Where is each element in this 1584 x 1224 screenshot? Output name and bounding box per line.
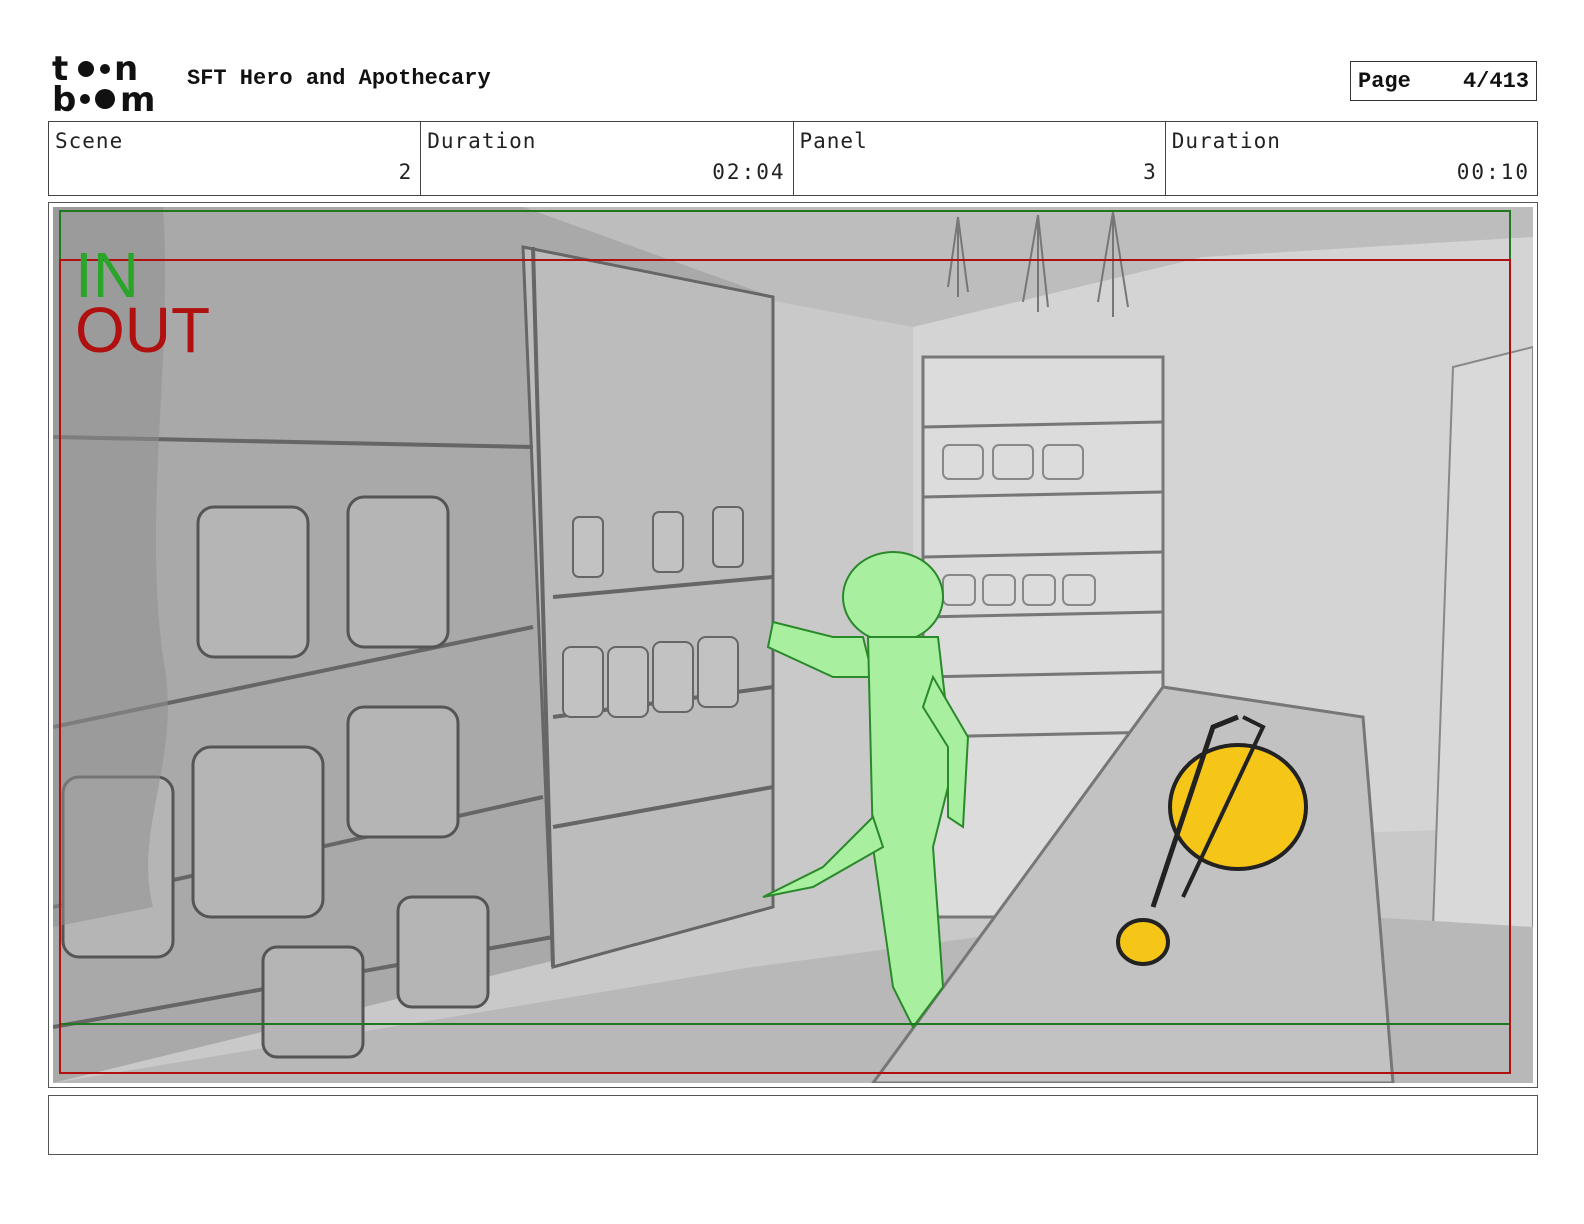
svg-text:m: m	[120, 80, 155, 114]
scene-info-row: Scene 2 Duration 02:04 Panel 3 Duration …	[48, 121, 1538, 196]
panel-sketch: IN OUT	[53, 207, 1533, 1083]
panel-cell: Panel 3	[794, 122, 1166, 195]
panel-duration-label: Duration	[1171, 129, 1281, 153]
scene-duration-value: 02:04	[712, 160, 786, 184]
panel-duration-cell: Duration 00:10	[1166, 122, 1537, 195]
panel-notes-box[interactable]	[48, 1095, 1538, 1155]
page-indicator: Page 4/413	[1350, 61, 1537, 101]
page-label: Page	[1358, 69, 1411, 94]
storyboard-panel: IN OUT	[48, 202, 1538, 1088]
scene-cell: Scene 2	[49, 122, 422, 195]
scene-duration-label: Duration	[427, 129, 537, 153]
scene-label: Scene	[55, 129, 124, 153]
page-number: 4/413	[1462, 69, 1529, 94]
svg-text:b: b	[52, 80, 76, 114]
panel-label: Panel	[799, 129, 868, 153]
out-label: OUT	[75, 294, 210, 366]
scene-number: 2	[398, 160, 414, 184]
project-title: SFT Hero and Apothecary	[187, 66, 491, 91]
panel-number: 3	[1143, 160, 1158, 184]
scene-duration-cell: Duration 02:04	[421, 122, 794, 195]
panel-duration-value: 00:10	[1456, 160, 1530, 184]
toon-boom-logo: t n b m	[52, 50, 155, 114]
